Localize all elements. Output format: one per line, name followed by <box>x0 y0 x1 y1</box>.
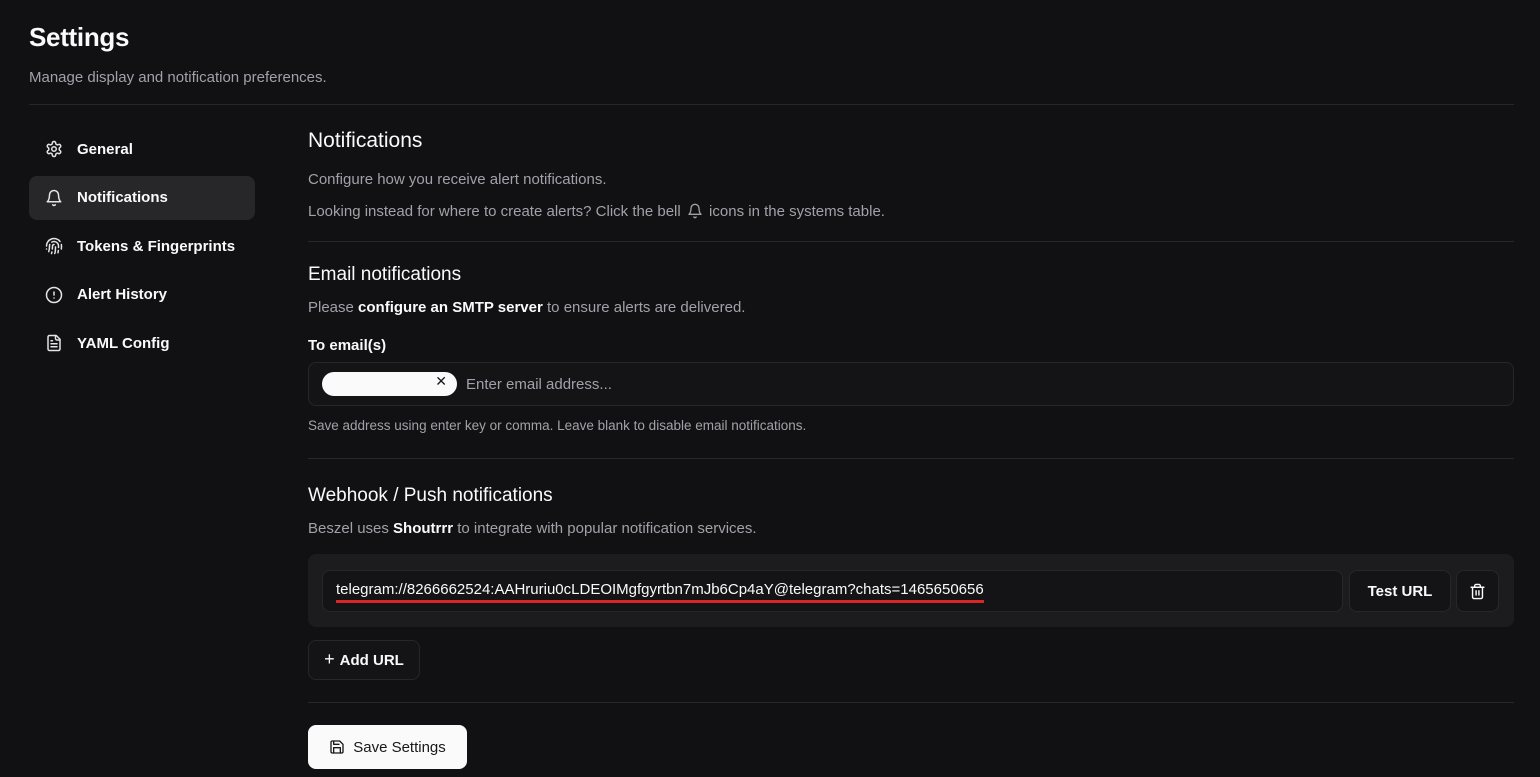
test-url-button[interactable]: Test URL <box>1349 570 1451 612</box>
alerts-hint: Looking instead for where to create aler… <box>308 203 885 223</box>
email-chip[interactable]: ✕ <box>322 372 457 396</box>
sidebar-item-yaml-config[interactable]: YAML Config <box>29 321 255 365</box>
gear-icon <box>45 140 63 158</box>
section-description: Configure how you receive alert notifica… <box>308 171 607 188</box>
sidebar-item-alert-history[interactable]: Alert History <box>29 273 255 317</box>
sidebar-item-label: Tokens & Fingerprints <box>77 237 236 255</box>
section-divider <box>308 458 1514 459</box>
sidebar-item-label: Notifications <box>77 189 168 206</box>
hint-text: icons in the systems table. <box>709 203 885 220</box>
email-field[interactable]: ✕ <box>308 362 1514 406</box>
sidebar-item-label: YAML Config <box>77 334 170 352</box>
trash-icon <box>1469 583 1486 600</box>
sidebar-item-tokens[interactable]: Tokens & Fingerprints <box>29 224 255 268</box>
fingerprint-icon <box>45 237 63 255</box>
email-desc-text: to ensure alerts are delivered. <box>547 299 746 316</box>
webhook-section-title: Webhook / Push notifications <box>308 485 553 506</box>
email-help-text: Save address using enter key or comma. L… <box>308 418 807 433</box>
smtp-config-link[interactable]: configure an SMTP server <box>358 299 543 316</box>
webhook-url-row: telegram://8266662524:AAHruriu0cLDEOIMgf… <box>308 554 1514 627</box>
sidebar-item-notifications[interactable]: Notifications <box>29 175 255 220</box>
webhook-url-input[interactable]: telegram://8266662524:AAHruriu0cLDEOIMgf… <box>322 570 1343 612</box>
email-section-title: Email notifications <box>308 264 462 285</box>
file-icon <box>45 334 63 352</box>
webhook-desc-text: Beszel uses <box>308 520 389 537</box>
page-header: Settings Manage display and notification… <box>29 22 327 86</box>
page-title: Settings <box>29 22 130 52</box>
plus-icon: + <box>324 648 335 669</box>
settings-sidebar: General Notifications Tokens & Fingerpri… <box>29 127 255 370</box>
save-settings-button[interactable]: Save Settings <box>308 725 467 769</box>
sidebar-item-general[interactable]: General <box>29 127 255 171</box>
add-url-button[interactable]: + Add URL <box>308 640 420 680</box>
save-settings-label: Save Settings <box>353 738 446 756</box>
email-input[interactable] <box>466 375 1513 393</box>
to-emails-label: To email(s) <box>308 337 387 354</box>
save-icon <box>329 739 353 755</box>
email-description: Please configure an SMTP server to ensur… <box>308 299 745 316</box>
delete-url-button[interactable] <box>1456 570 1499 612</box>
section-divider <box>308 702 1514 703</box>
page-subtitle: Manage display and notification preferen… <box>29 69 327 86</box>
webhook-url-value: telegram://8266662524:AAHruriu0cLDEOIMgf… <box>336 580 984 603</box>
email-desc-text: Please <box>308 299 354 316</box>
webhook-description: Beszel uses Shoutrrr to integrate with p… <box>308 520 757 537</box>
section-divider <box>308 241 1514 242</box>
header-divider <box>29 104 1514 105</box>
bell-icon <box>687 203 703 223</box>
webhook-desc-text: to integrate with popular notification s… <box>457 520 757 537</box>
sidebar-item-label: General <box>77 140 133 158</box>
add-url-label: Add URL <box>339 651 404 669</box>
hint-text: Looking instead for where to create aler… <box>308 203 681 220</box>
remove-email-icon[interactable]: ✕ <box>435 374 447 390</box>
alert-circle-icon <box>45 286 63 304</box>
section-title: Notifications <box>308 129 423 152</box>
bell-icon <box>45 189 63 207</box>
shoutrrr-link[interactable]: Shoutrrr <box>393 520 453 537</box>
sidebar-item-label: Alert History <box>77 286 168 303</box>
